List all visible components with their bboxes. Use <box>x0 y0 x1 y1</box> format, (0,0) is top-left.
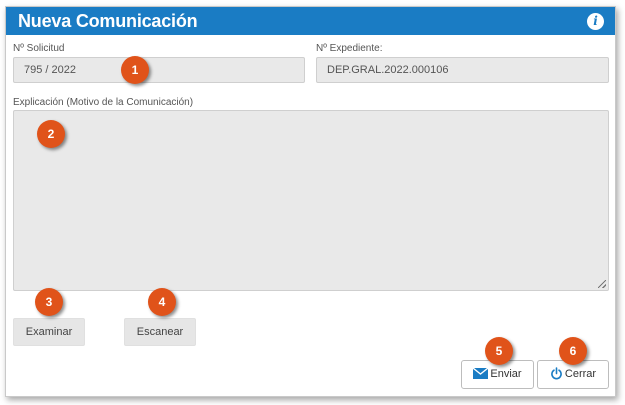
expediente-label: Nº Expediente: <box>316 43 383 54</box>
callout-badge-5: 5 <box>485 337 513 365</box>
examinar-button[interactable]: Examinar <box>13 318 85 346</box>
solicitud-field: 795 / 2022 <box>13 57 305 83</box>
nueva-comunicacion-dialog: Nueva Comunicación i Nº Solicitud 795 / … <box>5 6 616 397</box>
power-icon <box>551 366 562 380</box>
resize-grip-icon[interactable] <box>598 280 606 288</box>
envelope-icon <box>473 367 489 379</box>
cerrar-label: Cerrar <box>564 368 597 380</box>
dialog-title: Nueva Comunicación <box>18 11 198 31</box>
explicacion-label: Explicación (Motivo de la Comunicación) <box>13 97 194 108</box>
callout-badge-2: 2 <box>37 120 65 148</box>
callout-badge-3: 3 <box>35 288 63 316</box>
info-icon[interactable]: i <box>587 13 604 30</box>
callout-badge-6: 6 <box>559 337 587 365</box>
dialog-titlebar: Nueva Comunicación i <box>6 7 615 35</box>
enviar-label: Enviar <box>490 368 522 380</box>
callout-badge-4: 4 <box>148 288 176 316</box>
callout-badge-1: 1 <box>121 56 149 84</box>
explicacion-textarea[interactable] <box>13 110 609 291</box>
escanear-button[interactable]: Escanear <box>124 318 196 346</box>
solicitud-label: Nº Solicitud <box>13 43 65 54</box>
expediente-field: DEP.GRAL.2022.000106 <box>316 57 609 83</box>
